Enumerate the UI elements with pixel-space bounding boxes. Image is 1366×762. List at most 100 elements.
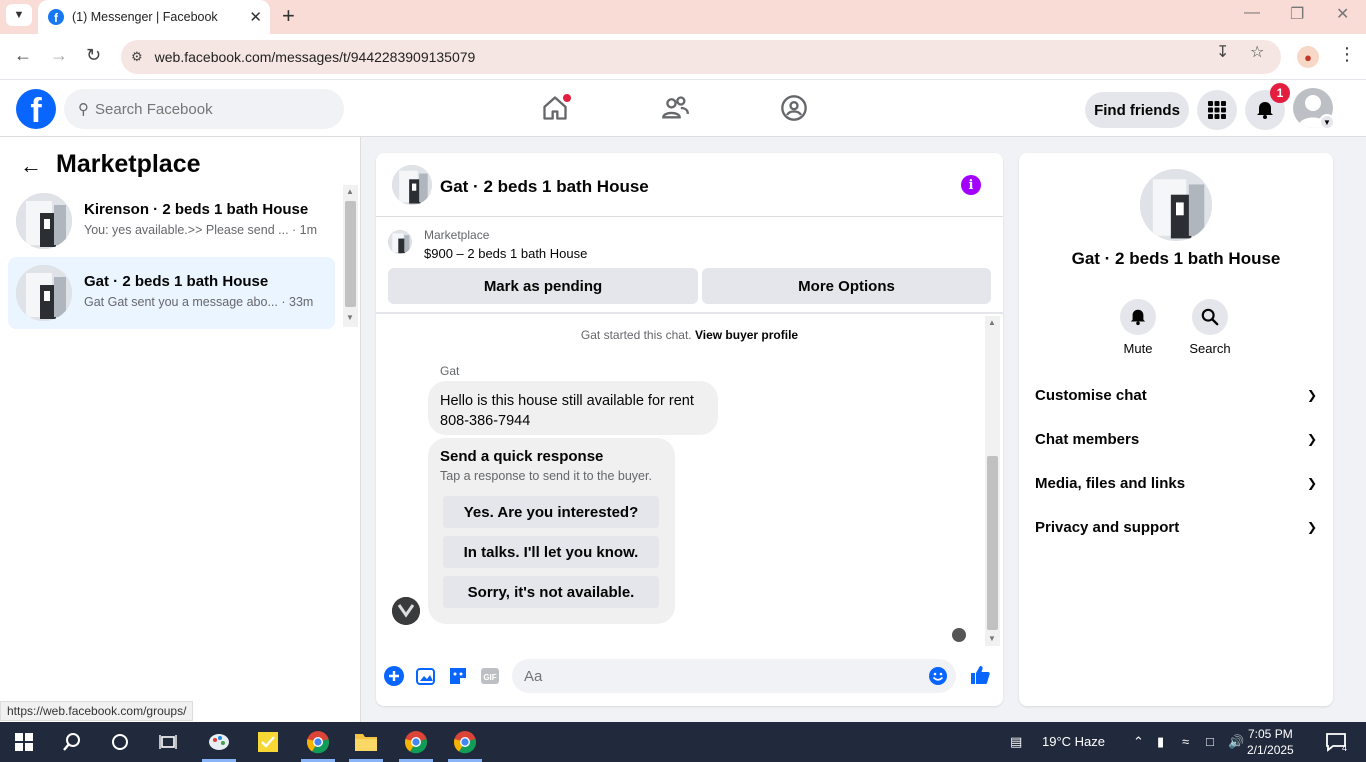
system-clock[interactable]: 7:05 PM 2/1/2025 [1247,726,1294,758]
chat-panel: Gat · 2 beds 1 bath House i Marketplace … [376,153,1003,706]
site-settings-icon[interactable]: ⚙ [131,49,143,65]
conversation-item[interactable]: Kirenson · 2 beds 1 bath House You: yes … [8,185,335,257]
search-conversation-button[interactable]: Search [1180,299,1240,356]
customise-chat-row[interactable]: Customise chat ❯ [1027,375,1325,415]
marketplace-sidebar: ← Marketplace Kirenson · 2 beds 1 bath H… [0,137,361,722]
quick-reply-yes-button[interactable]: Yes. Are you interested? [443,496,659,528]
facebook-logo[interactable]: f [16,89,56,129]
find-friends-button[interactable]: Find friends [1085,92,1189,128]
url-text[interactable]: web.facebook.com/messages/t/944228390913… [155,49,476,65]
quick-response-subtitle: Tap a response to send it to the buyer. [440,469,652,483]
scroll-up-icon[interactable]: ▲ [988,318,996,327]
quick-reply-in-talks-button[interactable]: In talks. I'll let you know. [443,536,659,568]
search-taskbar-icon[interactable] [58,728,86,756]
chat-scrollbar[interactable]: ▲ ▼ [985,316,1000,646]
chrome-profile-3-icon[interactable] [451,728,479,756]
browser-tab[interactable]: f (1) Messenger | Facebook ✕ [38,0,270,34]
info-icon[interactable]: i [961,175,981,195]
view-buyer-profile-link[interactable]: View buyer profile [695,328,798,342]
mark-as-pending-button[interactable]: Mark as pending [388,268,698,304]
weather-text[interactable]: 19°C Haze [1042,734,1105,749]
message-composer[interactable] [512,659,956,693]
search-icon [1192,299,1228,335]
conversation-name: Kirenson · 2 beds 1 bath House [84,201,309,218]
chat-header: Gat · 2 beds 1 bath House i [376,153,1003,217]
photo-icon[interactable] [415,665,437,687]
message-input[interactable] [524,667,904,685]
sticky-notes-icon[interactable] [254,728,282,756]
task-view-icon[interactable] [154,728,182,756]
quick-reply-unavailable-button[interactable]: Sorry, it's not available. [443,576,659,608]
facebook-search[interactable]: ⚲ [64,89,344,129]
wifi-icon[interactable]: ≈ [1182,734,1189,749]
address-bar-row: ← → ↻ ⚙ web.facebook.com/messages/t/9442… [0,34,1366,80]
minimize-button[interactable]: — [1244,4,1260,22]
sidebar-scrollbar[interactable]: ▲ ▼ [343,185,358,327]
bell-icon [1257,102,1273,119]
listing-thumbnail-small[interactable] [388,230,412,254]
weather-icon[interactable]: ▤ [1010,734,1022,750]
plus-circle-icon[interactable] [383,665,405,687]
privacy-support-row[interactable]: Privacy and support ❯ [1027,507,1325,547]
chat-started-notice: Gat started this chat. View buyer profil… [580,328,799,342]
search-input[interactable] [95,100,325,118]
start-button[interactable] [10,728,38,756]
conversation-details-panel: Gat · 2 beds 1 bath House Mute Search Cu… [1019,153,1333,706]
scroll-down-icon[interactable]: ▼ [346,313,354,322]
reload-button[interactable]: ↻ [86,45,101,66]
file-explorer-icon[interactable] [352,728,380,756]
battery-icon[interactable]: ▮ [1157,734,1164,750]
emoji-icon[interactable] [928,666,948,686]
listing-thumbnail [16,193,72,249]
friends-icon[interactable] [661,94,689,122]
tab-close-icon[interactable]: ✕ [249,8,262,26]
back-arrow-icon[interactable]: ← [20,153,42,179]
notification-center-icon[interactable]: 4 [1322,728,1350,756]
show-hidden-icons-chevron-icon[interactable]: ⌃ [1133,734,1144,750]
back-button[interactable]: ← [14,45,32,66]
mute-button[interactable]: Mute [1108,299,1168,356]
forward-button[interactable]: → [50,45,68,66]
chrome-icon[interactable] [304,728,332,756]
restore-button[interactable]: ❐ [1290,4,1304,24]
conversation-preview: Gat Gat sent you a message abo... · 33m [84,295,314,309]
more-options-button[interactable]: More Options [702,268,991,304]
browser-menu-icon[interactable]: ⋮ [1338,44,1356,65]
windows-logo-icon [15,733,33,751]
tab-search-button[interactable]: ▼ [6,4,32,26]
groups-icon[interactable] [780,94,808,122]
scrollbar-thumb[interactable] [345,201,356,307]
chat-members-row[interactable]: Chat members ❯ [1027,419,1325,459]
chat-avatar[interactable] [392,165,432,205]
search-label: Search [1189,341,1231,356]
close-window-button[interactable]: ✕ [1336,4,1349,24]
browser-profile-icon[interactable]: ● [1297,46,1319,68]
chrome-profile-2-icon[interactable] [402,728,430,756]
network-icon[interactable]: □ [1206,734,1214,749]
sender-avatar[interactable] [392,597,420,625]
marketplace-label: Marketplace [424,228,490,242]
chevron-down-icon: ❯ [1306,520,1317,534]
gif-icon[interactable]: GIF [479,665,501,687]
status-bar-url: https://web.facebook.com/groups/ [0,701,194,721]
new-tab-button[interactable]: + [282,3,295,29]
scrollbar-thumb[interactable] [987,456,998,630]
details-avatar[interactable] [1140,169,1212,241]
bookmark-star-icon[interactable]: ☆ [1250,42,1264,62]
sticker-icon[interactable] [447,665,469,687]
volume-icon[interactable]: 🔊 [1228,734,1244,750]
conversation-item-active[interactable]: Gat · 2 beds 1 bath House Gat Gat sent y… [8,257,335,329]
menu-grid-button[interactable] [1197,90,1237,130]
chat-title[interactable]: Gat · 2 beds 1 bath House [440,177,649,197]
quick-response-card: Send a quick response Tap a response to … [428,438,675,624]
media-files-links-row[interactable]: Media, files and links ❯ [1027,463,1325,503]
app-icon-paint[interactable] [205,728,233,756]
listing-price[interactable]: $900 – 2 beds 1 bath House [424,246,587,261]
scroll-up-icon[interactable]: ▲ [346,187,354,196]
cortana-icon[interactable] [106,728,134,756]
install-app-icon[interactable]: ↧ [1216,42,1229,62]
scroll-down-icon[interactable]: ▼ [988,634,996,643]
omnibox[interactable]: ⚙ web.facebook.com/messages/t/9442283909… [121,40,1281,74]
account-chevron-icon[interactable]: ▼ [1319,114,1335,130]
like-thumb-icon[interactable] [969,664,991,686]
